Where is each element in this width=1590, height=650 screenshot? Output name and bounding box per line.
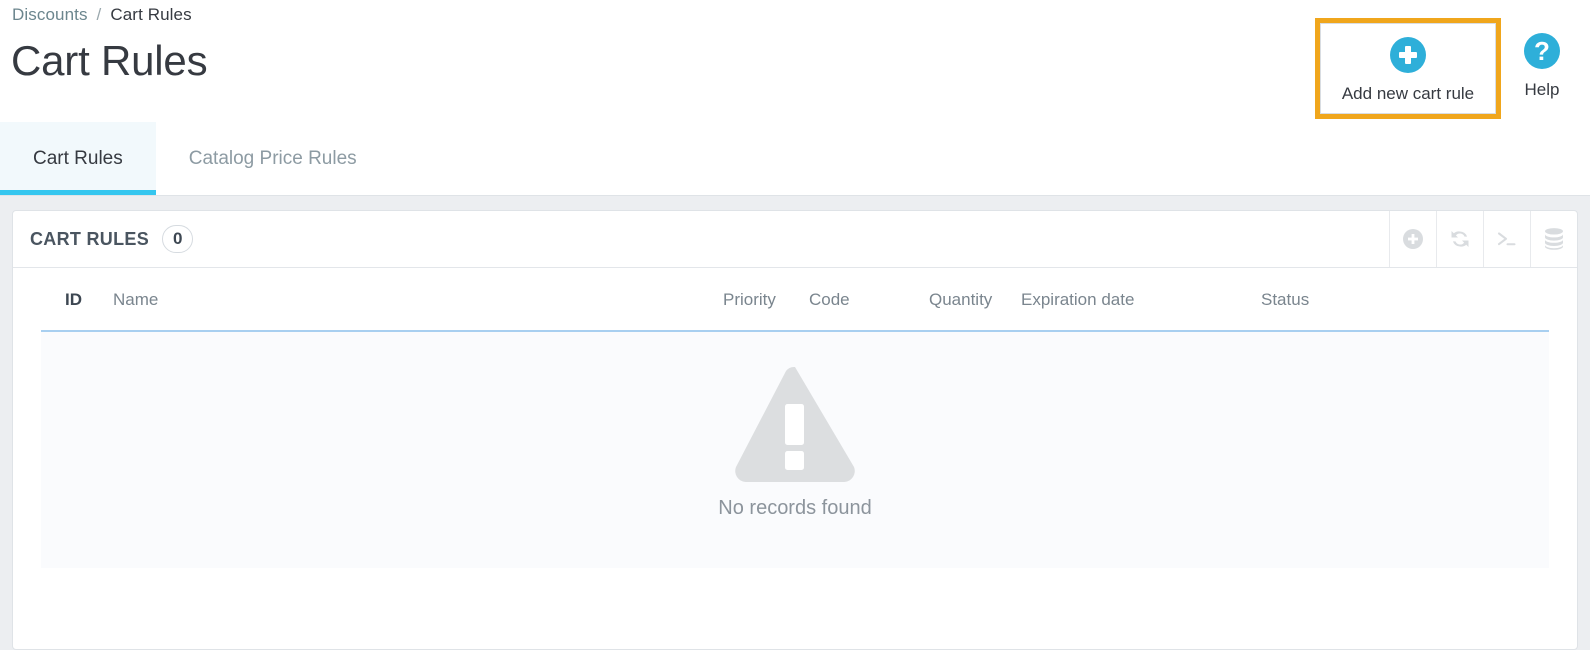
table-header-row: ID Name Priority Code Quantity Expiratio… [41, 268, 1549, 332]
tab-catalog-price-rules[interactable]: Catalog Price Rules [156, 122, 390, 195]
help-button[interactable]: ? Help [1505, 23, 1579, 113]
refresh-icon[interactable] [1436, 211, 1483, 267]
breadcrumb-separator: / [96, 5, 102, 24]
breadcrumb-parent[interactable]: Discounts [12, 5, 88, 24]
breadcrumb-current: Cart Rules [110, 5, 192, 24]
add-icon[interactable] [1389, 211, 1436, 267]
column-header-expiration-date[interactable]: Expiration date [1021, 268, 1261, 332]
help-label: Help [1524, 80, 1560, 99]
panel-title: CART RULES [30, 228, 149, 249]
panel-toolbar [1389, 211, 1577, 267]
tab-catalog-price-rules-label: Catalog Price Rules [188, 147, 357, 169]
empty-state-message: No records found [718, 497, 872, 519]
warning-triangle-icon [735, 366, 855, 482]
column-header-name[interactable]: Name [113, 268, 723, 332]
column-header-priority[interactable]: Priority [723, 268, 809, 332]
add-new-cart-rule-label: Add new cart rule [1341, 84, 1475, 103]
plus-circle-icon [1390, 37, 1426, 73]
content-area: CART RULES 0 ID Name Priority Code Quant… [0, 196, 1590, 650]
terminal-icon[interactable] [1483, 211, 1530, 267]
cart-rules-table: ID Name Priority Code Quantity Expiratio… [41, 268, 1549, 332]
column-header-quantity[interactable]: Quantity [929, 268, 1021, 332]
table-head: ID Name Priority Code Quantity Expiratio… [41, 268, 1549, 332]
panel-header: CART RULES 0 [13, 211, 1577, 268]
record-count-badge: 0 [162, 225, 194, 253]
cart-rules-panel: CART RULES 0 ID Name Priority Code Quant… [12, 210, 1578, 650]
tab-cart-rules[interactable]: Cart Rules [0, 122, 156, 195]
empty-state: No records found [41, 332, 1549, 568]
column-header-id[interactable]: ID [41, 268, 113, 332]
question-circle-icon: ? [1524, 33, 1560, 69]
database-icon[interactable] [1530, 211, 1577, 267]
tab-cart-rules-label: Cart Rules [33, 147, 123, 169]
add-new-cart-rule-button[interactable]: Add new cart rule [1320, 23, 1496, 114]
tab-bar: Cart Rules Catalog Price Rules [0, 122, 1590, 196]
question-mark-glyph: ? [1534, 36, 1550, 66]
column-header-code[interactable]: Code [809, 268, 929, 332]
column-header-status[interactable]: Status [1261, 268, 1549, 332]
add-new-cart-rule-highlight: Add new cart rule [1315, 18, 1501, 119]
page-title: Cart Rules [11, 37, 208, 84]
breadcrumb: Discounts / Cart Rules [12, 5, 192, 25]
page-header: Discounts / Cart Rules Cart Rules Add new … [0, 0, 1590, 122]
cart-rules-table-wrapper: ID Name Priority Code Quantity Expiratio… [13, 268, 1577, 568]
